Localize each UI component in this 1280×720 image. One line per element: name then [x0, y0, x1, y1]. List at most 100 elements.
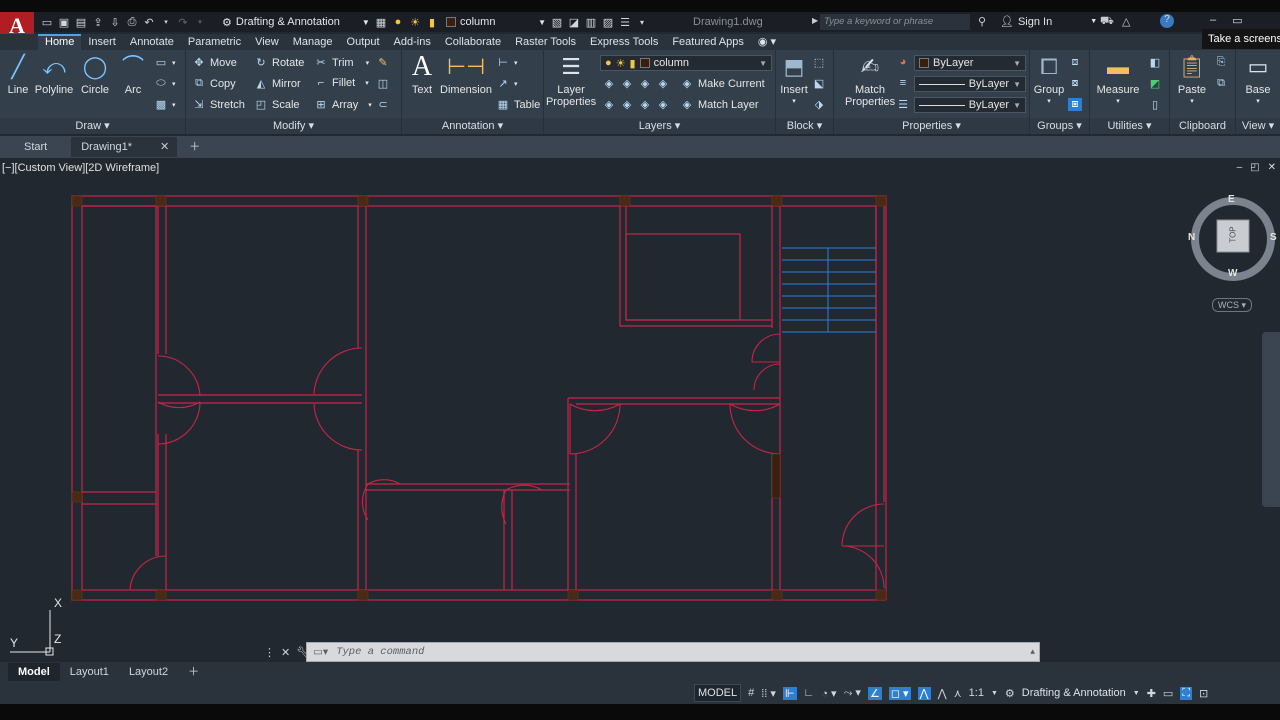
text-button[interactable]: A Text [408, 52, 436, 97]
viewcube[interactable]: TOP E W N S [1188, 194, 1277, 282]
compass-w[interactable]: W [1228, 268, 1237, 279]
cut-icon[interactable]: ⎘ [1214, 56, 1228, 69]
draw-panel-title[interactable]: Draw ▾ [0, 118, 185, 134]
color-wheel-icon[interactable]: ◕ [896, 56, 910, 68]
select-all-icon[interactable]: ◩ [1148, 77, 1162, 90]
drawing-tab[interactable]: Drawing1* ✕ [71, 137, 178, 157]
match-icon[interactable]: ▧ [550, 15, 564, 29]
rotate-button[interactable]: ↻ Rotate [254, 56, 304, 70]
quick-properties-icon[interactable]: ⛶ [1180, 686, 1193, 700]
isodraft-icon[interactable]: ⤳ ▾ [844, 686, 861, 700]
new-tab-button[interactable]: ＋ [177, 137, 212, 157]
infer-constraints-icon[interactable]: ⊩ [782, 686, 797, 700]
annotation-scale[interactable]: 1:1 [969, 687, 984, 699]
insert-button[interactable]: ⬒ Insert ▾ [778, 52, 810, 108]
command-history-icon[interactable]: ▭▾ [313, 646, 328, 659]
help-icon[interactable]: ? [1160, 14, 1174, 28]
measure-button[interactable]: ▬ Measure ▾ [1097, 52, 1140, 108]
lightbulb-icon[interactable]: ● [391, 15, 405, 29]
polyline-button[interactable]: ⤺ Polyline [34, 52, 74, 96]
groups-panel-title[interactable]: Groups ▾ [1030, 118, 1089, 134]
rectangle-icon[interactable]: ▭ ▾ [154, 56, 176, 69]
workspace-selector[interactable]: ⚙ Drafting & Annotation ▼ [222, 14, 370, 30]
command-input[interactable]: ▭▾ Type a command ▲ [306, 642, 1040, 662]
clean-screen-icon[interactable]: ⊡ [1199, 687, 1208, 700]
layer-tools-row1[interactable]: ◈ ◈ ◈ ◈ [602, 77, 670, 90]
fillet-button[interactable]: ⌐ Fillet ▾ [314, 77, 369, 89]
layer-off-icon[interactable]: ◪ [567, 15, 581, 29]
tab-add-ins[interactable]: Add-ins [387, 34, 438, 50]
customize-icon[interactable]: ▾ [635, 15, 649, 29]
properties-icon[interactable]: ▥ [584, 15, 598, 29]
list-icon[interactable]: ☰ [618, 15, 632, 29]
sign-in-button[interactable]: 👤︎ Sign In ▼ [1000, 15, 1097, 29]
lock-icon[interactable]: ▮ [425, 15, 439, 29]
ribbon-toggle-icon[interactable]: ◉ ▾ [751, 34, 783, 50]
minimize-icon[interactable]: – [1210, 14, 1216, 27]
object-snap-icon[interactable]: ◻ ▾ [888, 686, 911, 700]
ellipse-icon[interactable]: ⬭ ▾ [154, 77, 175, 90]
web-open-icon[interactable]: ⇩ [108, 15, 122, 29]
navigation-bar[interactable] [1262, 332, 1280, 507]
connect-icon[interactable]: △ [1122, 15, 1130, 28]
tab-collaborate[interactable]: Collaborate [438, 34, 508, 50]
undo-icon[interactable]: ↶ [142, 15, 156, 29]
undo-dropdown-icon[interactable]: ▾ [159, 15, 173, 29]
linetype-dropdown[interactable]: ByLayer ▼ [914, 76, 1026, 92]
polar-icon[interactable]: ◔ ▾ [821, 687, 836, 700]
units-icon[interactable]: ▭ [1163, 687, 1173, 700]
layout2-tab[interactable]: Layout2 [119, 663, 178, 681]
model-tab[interactable]: Model [8, 663, 60, 681]
auto-scale-icon[interactable]: ⋀ [938, 687, 947, 700]
view-panel-title[interactable]: View ▾ [1236, 118, 1280, 134]
trim-button[interactable]: ✂ Trim ▾ [314, 56, 369, 70]
plot-icon[interactable]: ⎙ [125, 15, 139, 29]
search-input[interactable]: Type a keyword or phrase [820, 14, 970, 30]
search-expand-icon[interactable]: ▶ [812, 16, 818, 25]
base-view-button[interactable]: ▭ Base ▾ [1240, 52, 1276, 108]
tab-annotate[interactable]: Annotate [123, 34, 181, 50]
start-tab[interactable]: Start [0, 137, 71, 157]
web-save-icon[interactable]: ⇪ [91, 15, 105, 29]
copy-button[interactable]: ⧉ Copy [192, 77, 236, 90]
layer-dropdown[interactable]: ● ☀ ▮ column ▼ [600, 55, 772, 71]
isolate-icon[interactable]: ▨ [601, 15, 615, 29]
annotation-visibility-icon[interactable]: ⋀ [917, 686, 931, 700]
tab-insert[interactable]: Insert [81, 34, 123, 50]
compass-e[interactable]: E [1228, 194, 1235, 205]
group-edit-icon[interactable]: ⧇ [1068, 77, 1082, 90]
quick-select-icon[interactable]: ◧ [1148, 56, 1162, 69]
layout1-tab[interactable]: Layout1 [60, 663, 119, 681]
model-space-button[interactable]: MODEL [694, 684, 742, 702]
tab-parametric[interactable]: Parametric [181, 34, 248, 50]
ungroup-icon[interactable]: ⧈ [1068, 56, 1082, 69]
grip-icon[interactable]: ⋮ [264, 646, 275, 659]
tab-featured-apps[interactable]: Featured Apps [665, 34, 751, 50]
workspace-gear-icon[interactable]: ⚙ [1005, 687, 1015, 700]
object-snap-tracking-icon[interactable]: ∠ [867, 686, 882, 700]
tab-view[interactable]: View [248, 34, 286, 50]
match-layer-button[interactable]: ◈ Match Layer [680, 98, 759, 112]
clipboard-panel-title[interactable]: Clipboard [1170, 118, 1235, 134]
block-panel-title[interactable]: Block ▾ [776, 118, 833, 134]
layer-tools-row2[interactable]: ◈ ◈ ◈ ◈ [602, 98, 670, 111]
circle-button[interactable]: ◯ Circle [78, 52, 112, 96]
compass-n[interactable]: N [1188, 232, 1195, 243]
paste-button[interactable]: 📋︎ Paste ▾ [1174, 52, 1210, 108]
tab-raster-tools[interactable]: Raster Tools [508, 34, 583, 50]
tab-output[interactable]: Output [340, 34, 387, 50]
drawing-viewport[interactable]: [−][Custom View][2D Wireframe] – ◰ ✕ X Y… [0, 158, 1280, 658]
quick-layer-dropdown[interactable]: column ▼ [446, 14, 546, 30]
leader-icon[interactable]: ↗ ▾ [496, 77, 517, 90]
linetype-icon[interactable]: ≡ [896, 77, 910, 89]
utilities-panel-title[interactable]: Utilities ▾ [1090, 118, 1169, 134]
sun-icon[interactable]: ☀ [408, 15, 422, 29]
tab-express-tools[interactable]: Express Tools [583, 34, 665, 50]
layer-properties-button[interactable]: ☰ Layer Properties [546, 52, 596, 108]
binoculars-icon[interactable]: ⚲ [978, 15, 986, 28]
save-icon[interactable]: ▣ [57, 15, 71, 29]
modify-panel-title[interactable]: Modify ▾ [186, 118, 401, 134]
ortho-icon[interactable]: ∟ [804, 687, 815, 699]
dimension-button[interactable]: ⊢⊣ Dimension [440, 52, 492, 96]
wcs-menu[interactable]: WCS ▾ [1212, 298, 1252, 312]
